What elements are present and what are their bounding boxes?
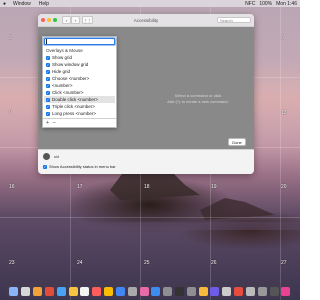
window-titlebar: ‹ › ⋮⋮ Accessibility Search	[38, 14, 254, 27]
command-item[interactable]: ✓ Hide grid	[44, 68, 115, 75]
command-item[interactable]: ✓ Triple click <number>	[44, 103, 115, 110]
command-label: Double click <number>	[52, 97, 99, 102]
dock	[6, 283, 294, 299]
dock-app-icon[interactable]	[175, 286, 184, 296]
command-label: <number>	[52, 83, 73, 88]
command-search-input[interactable]	[44, 38, 115, 45]
text-caret	[46, 39, 47, 44]
dock-app-icon[interactable]	[257, 286, 267, 296]
user-name: sid	[54, 154, 60, 159]
checkbox-checked-icon[interactable]: ✓	[46, 83, 50, 88]
dock-app-icon[interactable]	[198, 286, 208, 296]
checkbox-checked-icon[interactable]: ✓	[46, 55, 50, 60]
command-label: Show window grid	[52, 62, 89, 67]
bottom-panel: sid ✓ Show Accessibility status in menu …	[38, 149, 254, 174]
command-hint-line: Add (+) to create a new command.	[167, 98, 229, 104]
clock[interactable]: Mon 1:46	[276, 1, 297, 7]
dock-app-icon[interactable]	[269, 286, 279, 296]
nfc-status[interactable]: NFC	[245, 1, 255, 7]
dock-app-icon[interactable]	[68, 286, 78, 296]
dock-app-icon[interactable]	[222, 286, 232, 296]
checkbox-checked-icon[interactable]: ✓	[46, 97, 50, 102]
command-item[interactable]: ✓ Choose <number>	[44, 75, 115, 82]
checkbox-checked-icon[interactable]: ✓	[46, 111, 50, 116]
command-label: Choose <number>	[52, 76, 90, 81]
menu-window[interactable]: Window	[9, 1, 35, 7]
menu-bar: ● Window Help NFC 100% Mon 1:46	[0, 0, 300, 7]
dock-app-icon[interactable]	[56, 286, 66, 296]
command-label: Triple click <number>	[52, 104, 95, 109]
battery-status[interactable]: 100%	[259, 1, 272, 7]
dock-app-icon[interactable]	[127, 286, 137, 296]
avatar	[43, 153, 50, 160]
dock-app-icon[interactable]	[44, 286, 54, 296]
preferences-search-input[interactable]: Search	[217, 17, 251, 23]
command-item[interactable]: ✓ Show grid	[44, 54, 115, 61]
status-menu-checkbox-row[interactable]: ✓ Show Accessibility status in menu bar	[43, 164, 116, 169]
checkbox-checked-icon[interactable]: ✓	[46, 76, 50, 81]
command-footer: + –	[43, 118, 116, 127]
checkbox-checked-icon[interactable]: ✓	[46, 62, 50, 67]
dock-app-icon[interactable]	[139, 286, 149, 296]
command-item[interactable]: ✓ <number>	[44, 82, 115, 89]
dock-app-icon[interactable]	[234, 286, 244, 296]
command-hint: Select a command or click Add (+) to cre…	[158, 93, 238, 104]
dock-app-icon[interactable]	[9, 286, 19, 296]
checkbox-checked-icon[interactable]: ✓	[46, 104, 50, 109]
command-item[interactable]: ✓ Click <number>	[44, 89, 115, 96]
dock-app-icon[interactable]	[80, 286, 90, 296]
checkbox-checked-icon[interactable]: ✓	[46, 69, 50, 74]
command-label: Click <number>	[52, 90, 84, 95]
command-category-header[interactable]: Overlays & Mouse	[44, 47, 115, 54]
dock-app-icon[interactable]	[281, 286, 291, 296]
status-area: NFC 100% Mon 1:46	[245, 1, 300, 7]
menu-help[interactable]: Help	[35, 1, 53, 7]
dock-app-icon[interactable]	[115, 286, 125, 296]
checkbox-checked-icon[interactable]: ✓	[43, 164, 47, 169]
dock-app-icon[interactable]	[245, 286, 255, 296]
command-label: Hide grid	[52, 69, 71, 74]
done-button[interactable]: Done	[228, 138, 246, 146]
dock-app-icon[interactable]	[151, 286, 161, 296]
dock-app-icon[interactable]	[33, 286, 43, 296]
checkbox-checked-icon[interactable]: ✓	[46, 90, 50, 95]
command-label: Long press <number>	[52, 111, 97, 116]
apple-menu-icon[interactable]: ●	[0, 1, 9, 7]
command-label: Show grid	[52, 55, 73, 60]
status-checkbox-label: Show Accessibility status in menu bar	[49, 164, 116, 169]
dock-app-icon[interactable]	[104, 286, 114, 296]
command-item[interactable]: ✓ Show window grid	[44, 61, 115, 68]
dock-app-icon[interactable]	[21, 286, 31, 296]
command-item[interactable]: ✓ Long press <number>	[44, 110, 115, 117]
dock-app-icon[interactable]	[186, 286, 196, 296]
dock-app-icon[interactable]	[163, 286, 173, 296]
remove-command-button[interactable]: –	[53, 120, 56, 126]
command-list: Overlays & Mouse ✓ Show grid ✓ Show window…	[43, 46, 116, 118]
dock-app-icon[interactable]	[210, 286, 220, 296]
dock-app-icon[interactable]	[92, 286, 102, 296]
command-dropdown: Overlays & Mouse ✓ Show grid ✓ Show window…	[42, 36, 117, 128]
add-command-button[interactable]: +	[46, 120, 49, 126]
command-item[interactable]: ✓ Double click <number>	[44, 96, 115, 103]
